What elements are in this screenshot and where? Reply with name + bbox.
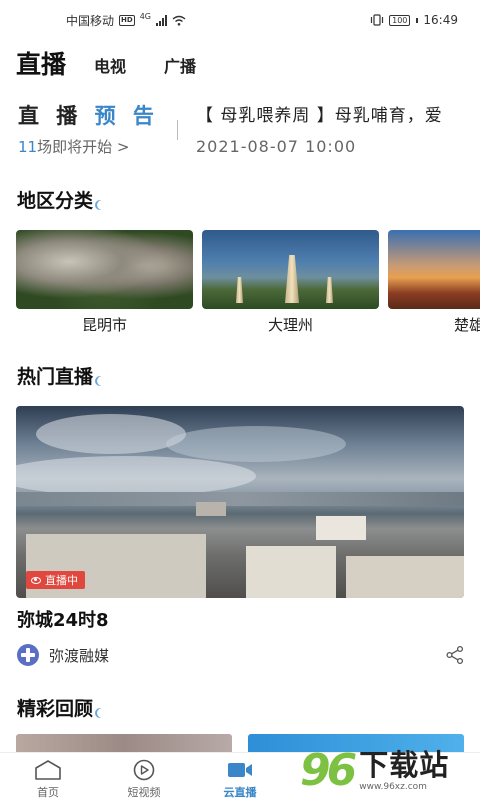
- kunming-thumbnail: [16, 230, 193, 309]
- region-card-chuxiong[interactable]: 楚雄州: [388, 230, 480, 335]
- dali-thumbnail: [202, 230, 379, 309]
- hot-video-title[interactable]: 弥城24时8: [17, 608, 109, 634]
- pagoda-main: [285, 255, 299, 303]
- cloud-shape: [16, 456, 256, 496]
- upcoming-event-title: 【 母乳喂养周 】母乳哺育，爱: [196, 106, 443, 126]
- top-tab-bar: 直播 电视 广播: [16, 46, 234, 82]
- upcoming-event[interactable]: 【 母乳喂养周 】母乳哺育，爱 2021-08-07 10:00: [196, 104, 466, 158]
- eye-icon: [31, 576, 41, 584]
- share-icon[interactable]: [445, 645, 465, 665]
- chuxiong-thumbnail: [388, 230, 480, 309]
- mountain-ridge: [16, 492, 464, 506]
- pagoda-right: [326, 277, 333, 303]
- region-label: 昆明市: [81, 316, 127, 334]
- preview-divider: [177, 120, 178, 140]
- nav-home-label: 首页: [37, 786, 59, 799]
- upcoming-count[interactable]: 11场即将开始 >: [18, 136, 168, 158]
- site-watermark: 96 下载站 www.96xz.com: [300, 742, 476, 800]
- hot-video-meta: 弥渡融媒: [17, 643, 465, 667]
- status-bar: 中国移动 HD 4G 100 16:49: [0, 0, 480, 40]
- media-source-icon: [17, 644, 39, 666]
- cloud-shape: [36, 414, 186, 454]
- nav-short-video-label: 短视频: [127, 786, 161, 799]
- home-icon: [35, 760, 61, 780]
- nav-short-video[interactable]: 短视频: [96, 753, 192, 800]
- hd-badge: HD: [119, 14, 135, 26]
- watermark-text-block: 下载站 www.96xz.com: [359, 749, 449, 793]
- region-card-dali[interactable]: 大理州: [202, 230, 379, 335]
- clock: 16:49: [423, 13, 458, 27]
- battery-icon: 100: [389, 14, 411, 26]
- pagoda-left: [236, 277, 243, 303]
- battery-level: 100: [392, 15, 408, 25]
- crescent-icon: [95, 708, 106, 718]
- live-badge: 直播中: [26, 571, 85, 589]
- live-preview-title-accent: 预 告: [94, 103, 159, 128]
- nav-cloud-live-label: 云直播: [223, 786, 257, 799]
- region-section-title: 地区分类: [17, 186, 106, 213]
- building-shape: [346, 556, 464, 598]
- cloud-shape: [166, 426, 346, 462]
- play-icon: [133, 759, 155, 781]
- hot-section-title: 热门直播: [17, 362, 106, 389]
- hot-section-title-text: 热门直播: [17, 366, 94, 388]
- video-camera-icon: [228, 763, 252, 777]
- region-section-title-text: 地区分类: [17, 190, 94, 212]
- review-section-title-text: 精彩回顾: [17, 698, 94, 720]
- building-shape: [316, 516, 366, 540]
- hot-live-video[interactable]: 直播中: [16, 406, 464, 598]
- watermark-url: www.96xz.com: [359, 782, 427, 792]
- crescent-icon: [95, 376, 106, 386]
- live-preview-entry[interactable]: 直 播 预 告 11场即将开始 >: [18, 102, 168, 158]
- tab-tv[interactable]: 电视: [94, 52, 126, 82]
- upcoming-count-text: 场即将开始 >: [37, 138, 130, 156]
- live-badge-text: 直播中: [45, 574, 78, 587]
- crescent-icon: [95, 200, 106, 210]
- live-preview-title: 直 播 预 告: [18, 102, 168, 130]
- upcoming-event-time: 2021-08-07 10:00: [196, 137, 357, 156]
- vibrate-icon: [371, 14, 384, 26]
- building-shape: [246, 546, 336, 598]
- region-label: 楚雄州: [453, 316, 480, 334]
- review-section-title: 精彩回顾: [17, 694, 106, 721]
- region-card-kunming[interactable]: 昆明市: [16, 230, 193, 335]
- network-type: 4G: [139, 11, 151, 21]
- tab-live[interactable]: 直播: [16, 48, 66, 82]
- tab-radio[interactable]: 广播: [164, 52, 196, 82]
- upcoming-count-number: 11: [18, 138, 38, 156]
- nav-home[interactable]: 首页: [0, 753, 96, 800]
- signal-icon: [155, 14, 167, 26]
- wifi-icon: [172, 15, 186, 26]
- live-preview-title-main: 直 播: [18, 103, 83, 128]
- building-shape: [196, 502, 226, 516]
- watermark-logo-text: 下载站: [359, 748, 450, 782]
- nav-cloud-live[interactable]: 云直播: [192, 753, 288, 800]
- media-source-name: 弥渡融媒: [49, 646, 110, 665]
- region-label: 大理州: [267, 316, 313, 334]
- watermark-logo-number: 96: [300, 745, 357, 796]
- region-list: 昆明市 大理州 楚雄州: [16, 230, 480, 340]
- battery-cap: [416, 17, 419, 23]
- carrier-label: 中国移动: [66, 13, 115, 28]
